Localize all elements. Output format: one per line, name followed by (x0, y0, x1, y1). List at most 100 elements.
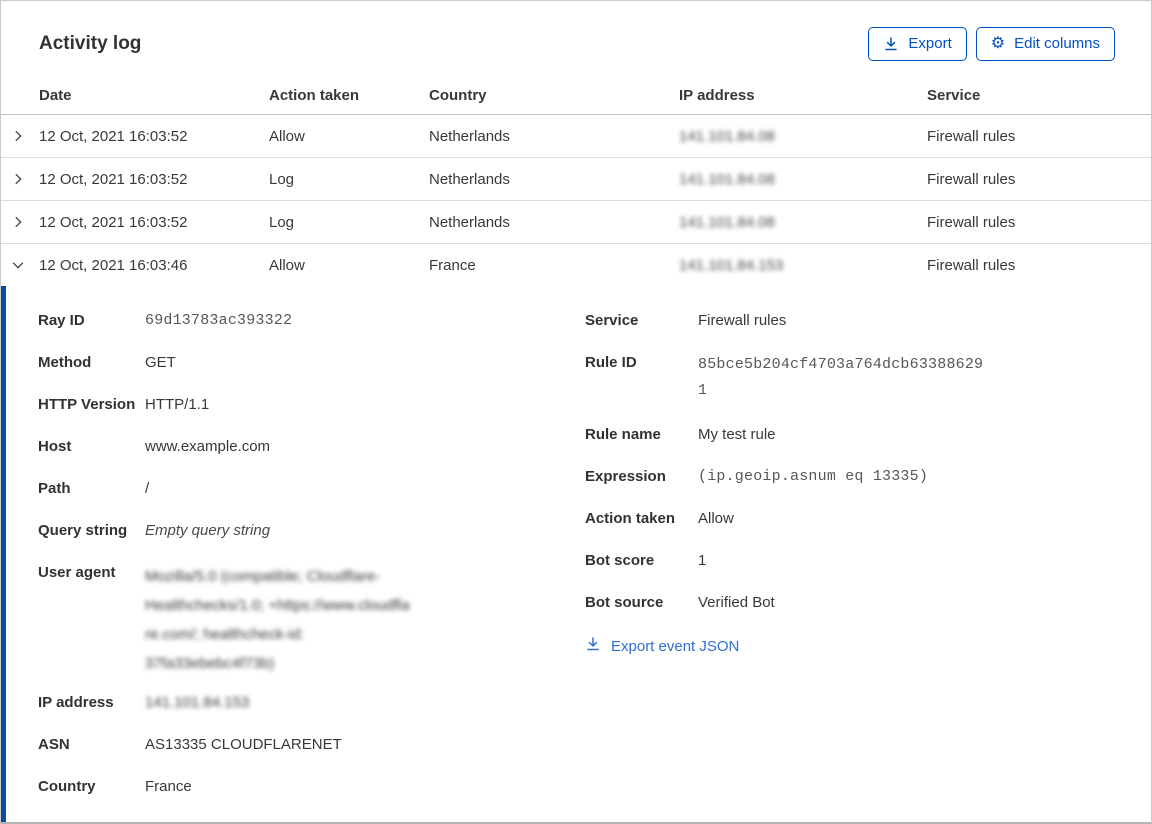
export-event-json-label: Export event JSON (611, 638, 739, 655)
table-row[interactable]: 12 Oct, 2021 16:03:52 Log Netherlands 14… (1, 201, 1151, 244)
field-country: Country France (38, 776, 585, 798)
field-value: 85bce5b204cf4703a764dcb633886291 (698, 352, 990, 404)
field-value: HTTP/1.1 (145, 394, 209, 416)
field-rule-name: Rule name My test rule (585, 424, 1127, 446)
field-value-redacted: Mozilla/5.0 (compatible; Cloudflare- Hea… (145, 562, 410, 678)
table-row-expanded[interactable]: 12 Oct, 2021 16:03:46 Allow France 141.1… (1, 244, 1151, 286)
field-value: 1 (698, 550, 706, 572)
cell-date: 12 Oct, 2021 16:03:52 (39, 171, 269, 188)
cell-service: Firewall rules (927, 214, 1151, 231)
field-label: Rule ID (585, 352, 698, 404)
field-service: Service Firewall rules (585, 310, 1127, 332)
field-label: HTTP Version (38, 394, 145, 416)
field-bot-source: Bot source Verified Bot (585, 592, 1127, 614)
column-header-country: Country (429, 87, 679, 104)
column-header-service: Service (927, 87, 1151, 104)
activity-log-panel: Activity log Export ⚙ Edit columns Date … (0, 0, 1152, 824)
field-ray-id: Ray ID 69d13783ac393322 (38, 310, 585, 332)
cell-action: Log (269, 214, 429, 231)
cell-action: Allow (269, 257, 429, 274)
event-detail-panel: Ray ID 69d13783ac393322 Method GET HTTP … (1, 286, 1151, 822)
field-label: Method (38, 352, 145, 374)
cell-country: France (429, 257, 679, 274)
field-label: Bot score (585, 550, 698, 572)
field-label: Bot source (585, 592, 698, 614)
page-title: Activity log (39, 33, 141, 55)
cell-ip-redacted: 141.101.84.08 (679, 171, 775, 188)
toolbar: Export ⚙ Edit columns (868, 27, 1115, 61)
export-event-json-link[interactable]: Export event JSON (585, 636, 739, 656)
chevron-right-icon[interactable] (1, 215, 39, 229)
cell-service: Firewall rules (927, 128, 1151, 145)
column-header-action: Action taken (269, 87, 429, 104)
field-label: ASN (38, 734, 145, 756)
field-value: 69d13783ac393322 (145, 310, 292, 332)
field-ip-address: IP address 141.101.84.153 (38, 692, 585, 714)
table-row[interactable]: 12 Oct, 2021 16:03:52 Log Netherlands 14… (1, 158, 1151, 201)
field-label: Rule name (585, 424, 698, 446)
redacted-line: 37fa33ebebc4f73b) (145, 649, 410, 678)
field-value: AS13335 CLOUDFLARENET (145, 734, 342, 756)
field-value: Allow (698, 508, 734, 530)
field-bot-score: Bot score 1 (585, 550, 1127, 572)
field-value: (ip.geoip.asnum eq 13335) (698, 466, 928, 488)
field-value: GET (145, 352, 176, 374)
chevron-right-icon[interactable] (1, 129, 39, 143)
export-button-label: Export (908, 35, 951, 53)
cell-service: Firewall rules (927, 171, 1151, 188)
edit-columns-button-label: Edit columns (1014, 35, 1100, 53)
cell-country: Netherlands (429, 171, 679, 188)
edit-columns-button[interactable]: ⚙ Edit columns (976, 27, 1115, 61)
field-label: Ray ID (38, 310, 145, 332)
gear-icon: ⚙ (991, 36, 1005, 52)
field-http-version: HTTP Version HTTP/1.1 (38, 394, 585, 416)
cell-date: 12 Oct, 2021 16:03:52 (39, 128, 269, 145)
redacted-line: Healthchecks/1.0; +https://www.cloudfla (145, 591, 410, 620)
field-label: Action taken (585, 508, 698, 530)
chevron-right-icon[interactable] (1, 172, 39, 186)
redacted-line: Mozilla/5.0 (compatible; Cloudflare- (145, 562, 410, 591)
cell-action: Allow (269, 128, 429, 145)
cell-action: Log (269, 171, 429, 188)
field-user-agent: User agent Mozilla/5.0 (compatible; Clou… (38, 562, 585, 678)
field-value: France (145, 776, 192, 798)
field-label: User agent (38, 562, 145, 678)
field-host: Host www.example.com (38, 436, 585, 458)
cell-country: Netherlands (429, 214, 679, 231)
cell-service: Firewall rules (927, 257, 1151, 274)
chevron-down-icon[interactable] (1, 258, 39, 272)
field-value: My test rule (698, 424, 776, 446)
field-expression: Expression (ip.geoip.asnum eq 13335) (585, 466, 1127, 488)
download-icon (585, 636, 601, 656)
field-label: Country (38, 776, 145, 798)
detail-right-column: Service Firewall rules Rule ID 85bce5b20… (585, 310, 1127, 657)
field-value: / (145, 478, 149, 500)
field-query-string: Query string Empty query string (38, 520, 585, 542)
field-label: IP address (38, 692, 145, 714)
export-button[interactable]: Export (868, 27, 966, 61)
cell-ip-redacted: 141.101.84.08 (679, 128, 775, 145)
field-label: Query string (38, 520, 145, 542)
field-method: Method GET (38, 352, 585, 374)
field-action-taken: Action taken Allow (585, 508, 1127, 530)
detail-left-column: Ray ID 69d13783ac393322 Method GET HTTP … (38, 310, 585, 818)
field-value-redacted: 141.101.84.153 (145, 692, 249, 714)
column-header-ip: IP address (679, 87, 927, 104)
column-header-date: Date (39, 87, 269, 104)
field-value: Empty query string (145, 520, 270, 542)
redacted-line: re.com/; healthcheck-id: (145, 620, 410, 649)
field-rule-id: Rule ID 85bce5b204cf4703a764dcb633886291 (585, 352, 1127, 404)
cell-date: 12 Oct, 2021 16:03:52 (39, 214, 269, 231)
table-row[interactable]: 12 Oct, 2021 16:03:52 Allow Netherlands … (1, 115, 1151, 158)
table-header-row: Date Action taken Country IP address Ser… (1, 81, 1151, 115)
cell-date: 12 Oct, 2021 16:03:46 (39, 257, 269, 274)
field-label: Host (38, 436, 145, 458)
cell-ip-redacted: 141.101.84.08 (679, 214, 775, 231)
field-value: Verified Bot (698, 592, 775, 614)
field-asn: ASN AS13335 CLOUDFLARENET (38, 734, 585, 756)
field-path: Path / (38, 478, 585, 500)
page-header: Activity log Export ⚙ Edit columns (1, 1, 1151, 81)
field-value: Firewall rules (698, 310, 786, 332)
cell-ip-redacted: 141.101.84.153 (679, 257, 783, 274)
header-spacer (1, 87, 39, 104)
